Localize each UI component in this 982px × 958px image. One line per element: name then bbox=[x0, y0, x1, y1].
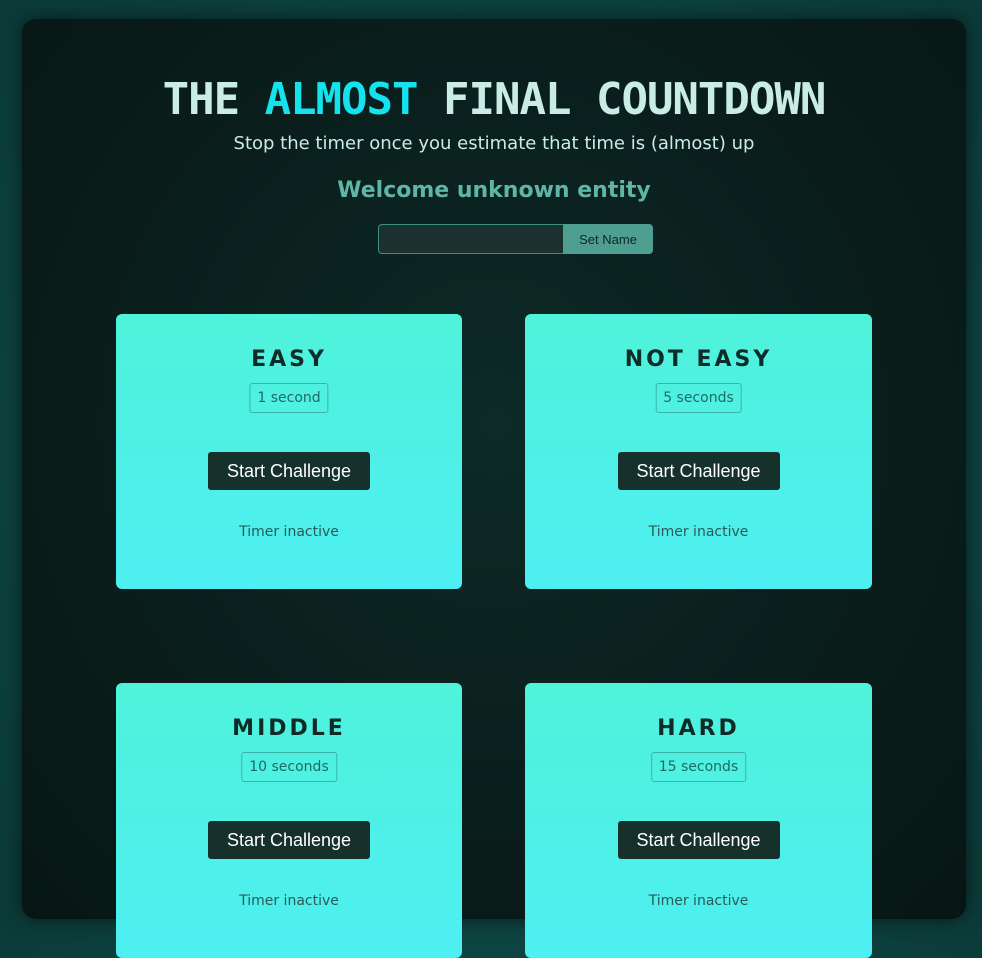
name-form: Set Name bbox=[378, 224, 653, 254]
page-title: THE ALMOST FINAL COUNTDOWN bbox=[22, 73, 966, 127]
title-accent: ALMOST bbox=[264, 74, 419, 125]
challenge-card-middle: MIDDLE 10 seconds Start Challenge Timer … bbox=[116, 683, 462, 958]
duration-badge: 10 seconds bbox=[241, 752, 337, 782]
name-input[interactable] bbox=[378, 224, 563, 254]
duration-badge: 15 seconds bbox=[650, 752, 747, 782]
challenge-title: EASY bbox=[251, 347, 327, 372]
start-challenge-button[interactable]: Start Challenge bbox=[617, 821, 780, 859]
timer-status: Timer inactive bbox=[239, 524, 339, 540]
challenge-title: NOT EASY bbox=[624, 347, 773, 372]
start-challenge-button[interactable]: Start Challenge bbox=[208, 821, 370, 859]
set-name-button[interactable]: Set Name bbox=[563, 224, 653, 254]
title-part-1: THE bbox=[162, 74, 265, 125]
page-subtitle: Stop the timer once you estimate that ti… bbox=[233, 133, 755, 154]
timer-status: Timer inactive bbox=[648, 893, 749, 909]
duration-badge: 1 second bbox=[249, 383, 329, 413]
timer-status: Timer inactive bbox=[239, 893, 339, 909]
duration-badge: 5 seconds bbox=[655, 383, 742, 413]
title-part-2: FINAL COUNTDOWN bbox=[417, 74, 826, 125]
challenge-title: MIDDLE bbox=[232, 716, 346, 741]
challenge-card-easy: EASY 1 second Start Challenge Timer inac… bbox=[116, 314, 462, 589]
welcome-message: Welcome unknown entity bbox=[337, 178, 651, 203]
challenge-title: HARD bbox=[657, 716, 740, 741]
start-challenge-button[interactable]: Start Challenge bbox=[208, 452, 370, 490]
start-challenge-button[interactable]: Start Challenge bbox=[617, 452, 780, 490]
challenge-card-hard: HARD 15 seconds Start Challenge Timer in… bbox=[525, 683, 872, 958]
timer-status: Timer inactive bbox=[648, 524, 749, 540]
challenge-card-not-easy: NOT EASY 5 seconds Start Challenge Timer… bbox=[525, 314, 872, 589]
